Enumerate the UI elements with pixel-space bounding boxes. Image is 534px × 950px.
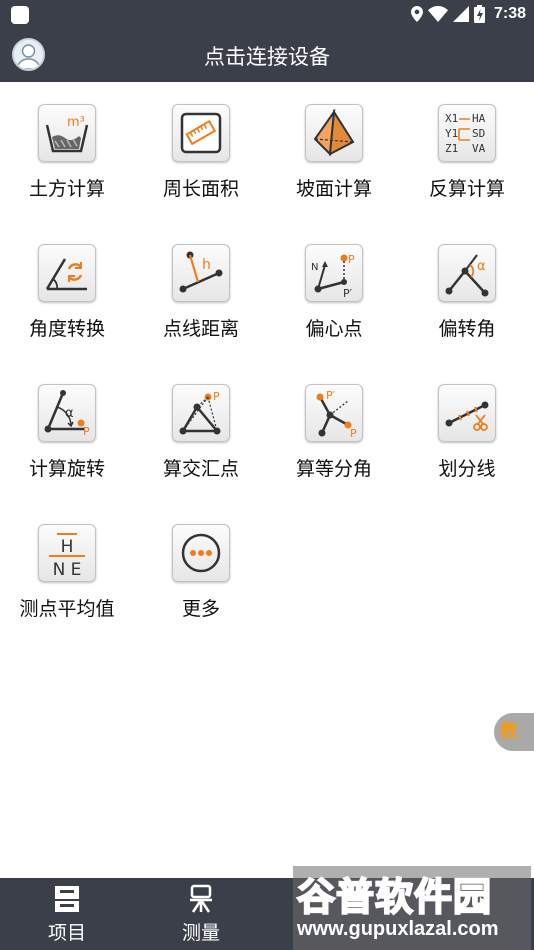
tool-earthwork[interactable]: m³ 土方计算 xyxy=(0,82,134,222)
point-average-icon: H N E xyxy=(38,524,96,582)
tool-deflection-angle[interactable]: α 偏转角 xyxy=(400,222,534,362)
tool-point-line-distance[interactable]: h 点线距离 xyxy=(134,222,268,362)
earthwork-unit: m³ xyxy=(67,115,85,130)
signal-icon xyxy=(452,6,469,22)
app-header: 点击连接设备 xyxy=(0,28,534,82)
tool-label: 更多 xyxy=(181,598,220,620)
intersection-icon: P xyxy=(172,384,230,442)
alpha-label: α xyxy=(477,259,486,274)
wifi-icon xyxy=(427,6,448,22)
inverse-row-value: HA xyxy=(472,112,486,125)
inverse-row-value: VA xyxy=(472,142,486,155)
north-label: N xyxy=(311,262,318,273)
tool-label: 计算旋转 xyxy=(28,458,105,480)
deflection-angle-icon: α xyxy=(438,244,496,302)
eccentric-point-icon: N P P′ xyxy=(305,244,363,302)
inverse-row-value: SD xyxy=(472,127,485,140)
nav-label: 项目 xyxy=(47,922,86,944)
tool-label: 偏心点 xyxy=(305,318,363,340)
tool-label: 算交汇点 xyxy=(162,458,239,480)
watermark-text: 谷普软件园 xyxy=(296,874,493,920)
nav-item-project[interactable]: 项目 xyxy=(0,878,134,950)
inverse-row-label: Z1 xyxy=(445,142,458,155)
inverse-calc-icon: X1 HA Y1 SD Z1 VA xyxy=(438,104,496,162)
distance-h-label: h xyxy=(202,257,211,273)
point-p-label: P xyxy=(83,425,90,438)
watermark: 谷普软件园 www.gupuxlazal.com xyxy=(293,866,531,950)
page-title[interactable]: 点击连接设备 xyxy=(0,41,534,71)
divide-line-icon xyxy=(438,384,496,442)
tool-perimeter-area[interactable]: 周长面积 xyxy=(134,82,268,222)
tool-label: 角度转换 xyxy=(28,318,105,340)
tool-point-average[interactable]: H N E 测点平均值 xyxy=(0,502,134,642)
tool-label: 算等分角 xyxy=(295,458,372,480)
point-line-distance-icon: h xyxy=(172,244,230,302)
watermark-url: www.gupuxlazal.com xyxy=(297,918,499,940)
rotation-icon: α P xyxy=(38,384,96,442)
point-p-label: P xyxy=(213,390,220,403)
tool-label: 反算计算 xyxy=(428,178,505,200)
location-icon xyxy=(410,6,423,22)
tool-label: 偏转角 xyxy=(438,318,496,340)
nav-label: 测量 xyxy=(181,922,220,944)
point-p-prime-label: P′ xyxy=(326,389,336,402)
tool-slope[interactable]: 坡面计算 xyxy=(267,82,401,222)
status-time: 7:38 xyxy=(493,5,526,22)
inverse-row-label: X1 xyxy=(445,112,458,125)
tool-label: 划分线 xyxy=(438,458,496,480)
status-icons: 7:38 xyxy=(410,3,526,25)
slope-icon xyxy=(305,104,363,162)
perimeter-area-icon xyxy=(172,104,230,162)
nav-item-measure[interactable]: 测量 xyxy=(134,878,268,950)
point-p-label: P xyxy=(348,253,355,266)
average-bottom-label: N E xyxy=(53,560,82,580)
app-notification-icon xyxy=(11,6,29,24)
tool-label: 周长面积 xyxy=(162,178,239,200)
tool-more[interactable]: 更多 xyxy=(134,502,268,642)
tool-label: 点线距离 xyxy=(162,318,239,340)
tool-inverse-calc[interactable]: X1 HA Y1 SD Z1 VA 反算计算 xyxy=(400,82,534,222)
tutorial-button[interactable]: 教 xyxy=(494,713,534,751)
tool-bisector[interactable]: P′ P 算等分角 xyxy=(267,362,401,502)
battery-icon xyxy=(473,5,485,23)
point-p-label: P xyxy=(350,427,357,440)
point-p-prime-label: P′ xyxy=(343,287,353,300)
alpha-label: α xyxy=(65,406,74,421)
tool-label: 土方计算 xyxy=(28,178,105,200)
more-icon xyxy=(172,524,230,582)
inverse-row-label: Y1 xyxy=(445,127,458,140)
earthwork-icon: m³ xyxy=(38,104,96,162)
project-icon xyxy=(52,884,82,914)
tool-angle-convert[interactable]: 角度转换 xyxy=(0,222,134,362)
tool-intersection[interactable]: P 算交汇点 xyxy=(134,362,268,502)
tool-eccentric-point[interactable]: N P P′ 偏心点 xyxy=(267,222,401,362)
bisector-icon: P′ P xyxy=(305,384,363,442)
angle-convert-icon xyxy=(38,244,96,302)
measure-icon xyxy=(186,884,216,914)
average-top-label: H xyxy=(61,537,74,557)
tool-divide-line[interactable]: 划分线 xyxy=(400,362,534,502)
tool-label: 测点平均值 xyxy=(19,598,115,620)
tool-label: 坡面计算 xyxy=(295,178,372,200)
status-bar: 7:38 xyxy=(0,0,534,28)
tool-rotation[interactable]: α P 计算旋转 xyxy=(0,362,134,502)
